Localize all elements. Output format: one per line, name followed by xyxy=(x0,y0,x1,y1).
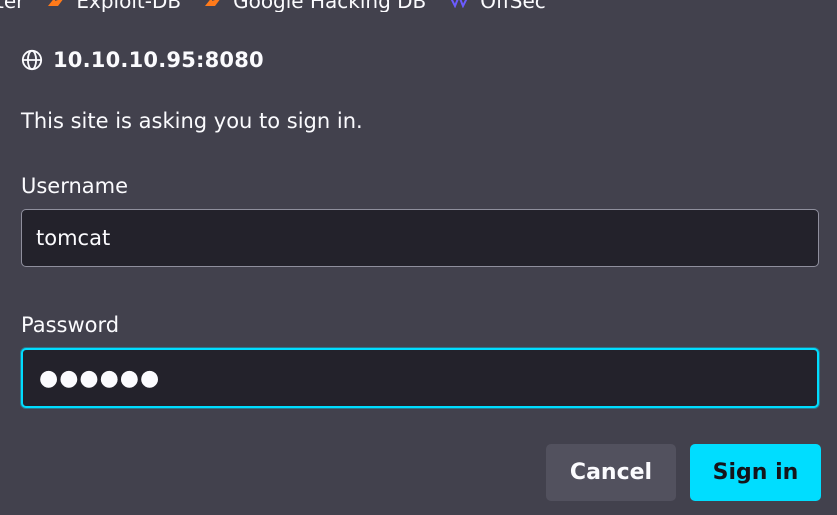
username-field[interactable]: tomcat xyxy=(21,209,819,267)
site-host: 10.10.10.95:8080 xyxy=(53,48,264,72)
password-label: Password xyxy=(21,313,120,337)
username-value: tomcat xyxy=(36,226,111,250)
globe-icon xyxy=(21,49,43,71)
sign-in-button[interactable]: Sign in xyxy=(690,444,821,501)
site-origin: 10.10.10.95:8080 xyxy=(21,47,264,73)
username-label: Username xyxy=(21,174,129,198)
password-value: ●●●●●● xyxy=(39,365,161,391)
password-field[interactable]: ●●●●●● xyxy=(21,348,819,408)
cancel-button[interactable]: Cancel xyxy=(546,444,676,501)
sign-in-message: This site is asking you to sign in. xyxy=(21,109,363,133)
sign-in-dialog: 10.10.10.95:8080 This site is asking you… xyxy=(0,0,837,515)
